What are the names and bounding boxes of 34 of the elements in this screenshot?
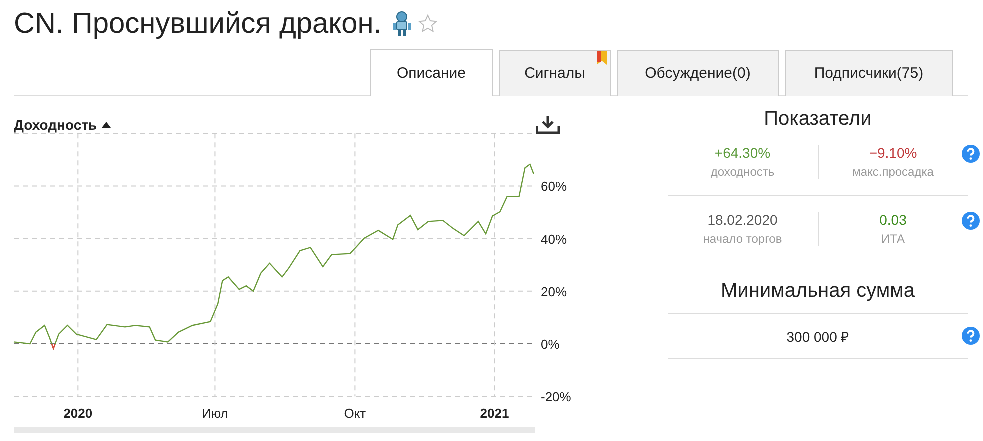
bookmark-icon bbox=[597, 51, 607, 65]
x-axis-label: Июл bbox=[202, 406, 228, 421]
help-icon[interactable] bbox=[962, 212, 980, 230]
x-axis-label: Окт bbox=[344, 406, 366, 421]
metrics-heading: Показатели bbox=[763, 108, 873, 132]
tab[interactable]: Подписчики(75) bbox=[785, 50, 953, 96]
metric-caption: начало торгов bbox=[703, 232, 782, 246]
metric-caption: ИТА bbox=[881, 232, 906, 246]
y-axis-label: 60% bbox=[541, 179, 568, 194]
tab[interactable]: Обсуждение(0) bbox=[617, 50, 779, 96]
help-icon[interactable] bbox=[962, 145, 980, 163]
metric-caption: макс.просадка bbox=[852, 165, 934, 179]
y-axis-label: -20% bbox=[541, 390, 572, 405]
x-axis-label: 2021 bbox=[480, 406, 510, 421]
chart-heading[interactable]: Доходность bbox=[14, 117, 98, 133]
sort-caret-icon[interactable] bbox=[102, 122, 112, 128]
metric-value: 0.03 bbox=[880, 212, 907, 228]
x-axis-label: 2020 bbox=[64, 406, 93, 421]
minimum-sum-heading: Минимальная сумма bbox=[668, 262, 968, 314]
page-title: CN. Проснувшийся дракон. bbox=[14, 8, 382, 40]
metric-value: +64.30% bbox=[714, 145, 771, 161]
robot-icon bbox=[392, 11, 412, 37]
download-icon[interactable] bbox=[536, 116, 560, 134]
metric-caption: доходность bbox=[710, 165, 775, 179]
minimum-sum-value: 300 000 ₽ bbox=[786, 328, 850, 346]
metric-value: −9.10% bbox=[869, 145, 918, 161]
y-axis-label: 40% bbox=[541, 232, 568, 247]
star-icon[interactable] bbox=[418, 14, 438, 34]
metric-value: 18.02.2020 bbox=[708, 212, 778, 228]
tab[interactable]: Описание bbox=[370, 49, 493, 96]
help-icon[interactable] bbox=[962, 327, 980, 345]
y-axis-label: 20% bbox=[541, 284, 568, 300]
tab[interactable]: Сигналы bbox=[499, 50, 611, 96]
y-axis-label: 0% bbox=[541, 337, 560, 352]
